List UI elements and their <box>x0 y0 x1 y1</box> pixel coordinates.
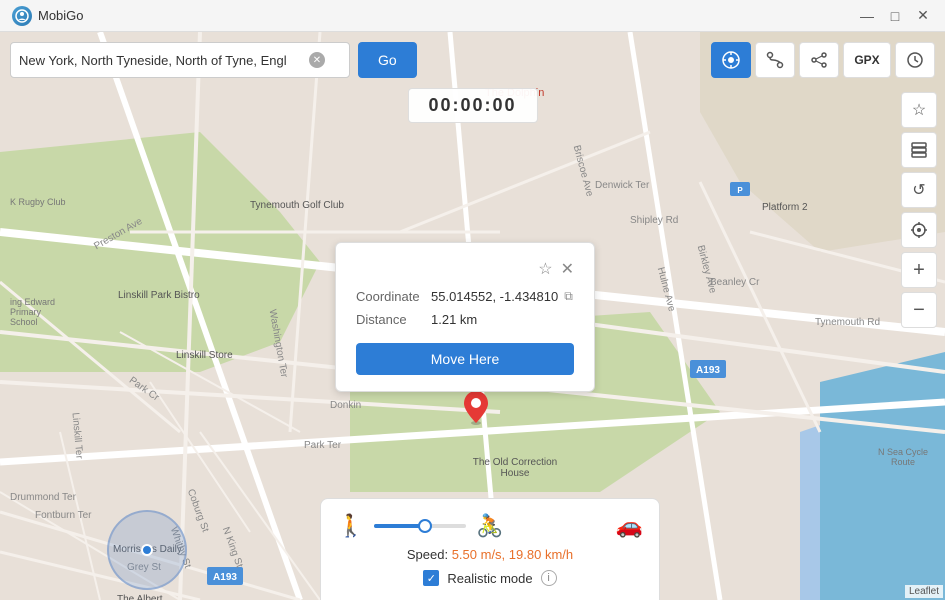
label-rugby: K Rugby Club <box>10 197 66 207</box>
label-washington: Washington Ter <box>267 309 290 379</box>
label-denwick: Denwick Ter <box>595 180 649 191</box>
svg-text:P: P <box>737 186 743 195</box>
label-park-bistro: Linskill Park Bistro <box>118 290 200 301</box>
label-shipley: Shipley Rd <box>630 215 678 226</box>
speed-kmh: 19.80 km/h <box>509 547 573 562</box>
distance-value: 1.21 km <box>431 312 477 327</box>
label-platform2: Platform 2 <box>762 202 808 213</box>
distance-row: Distance 1.21 km <box>356 312 574 327</box>
label-old-correction: The Old CorrectionHouse <box>470 457 560 479</box>
label-preston: Preston Ave <box>92 216 144 252</box>
label-n-king: N King St <box>220 526 245 569</box>
logo-icon <box>12 6 32 26</box>
share-tool-button[interactable] <box>799 42 839 78</box>
label-beanley: Beanley Cr <box>710 277 759 288</box>
minimize-button[interactable]: — <box>857 6 877 26</box>
timer-display: 00:00:00 <box>407 88 537 123</box>
speed-slider-thumb[interactable] <box>418 519 432 533</box>
distance-label: Distance <box>356 312 431 327</box>
label-briscoe: Briscoe Ave <box>571 144 595 198</box>
go-button[interactable]: Go <box>358 42 417 78</box>
bike-icon[interactable]: 🚴 <box>476 513 503 539</box>
zoom-out-button[interactable]: − <box>901 292 937 328</box>
search-clear-button[interactable]: ✕ <box>309 52 325 68</box>
popup-close-button[interactable]: ✕ <box>561 259 574 279</box>
route-tool-button[interactable] <box>755 42 795 78</box>
label-donkin: Donkin <box>330 400 361 411</box>
speed-panel: 🚶 🚴 🚗 Speed: 5.50 m/s, 19.80 km/h ✓ Real… <box>320 498 660 600</box>
label-sea-cycle: N Sea Cycle Route <box>868 447 938 467</box>
speed-display: Speed: 5.50 m/s, 19.80 km/h <box>337 547 643 562</box>
gpx-tool-button[interactable]: GPX <box>843 42 891 78</box>
locate-button[interactable] <box>901 212 937 248</box>
move-here-button[interactable]: Move Here <box>356 343 574 375</box>
label-park-ter: Park Ter <box>304 440 341 451</box>
coordinate-row: Coordinate 55.014552, -1.434810 ⧉ <box>356 289 574 304</box>
right-panel: ☆ ↺ + − <box>901 92 937 328</box>
label-tyne-rd: Tynemouth Rd <box>815 317 880 328</box>
label-linskill-ter: Linskill Ter <box>70 412 85 459</box>
title-bar: MobiGo — □ ✕ <box>0 0 945 32</box>
star-button[interactable]: ☆ <box>901 92 937 128</box>
car-icon[interactable]: 🚗 <box>616 513 643 539</box>
realistic-mode-label: Realistic mode <box>447 571 532 586</box>
map-area[interactable]: A193 A193 P The Dolphin The Old Correcti… <box>0 32 945 600</box>
realistic-mode-row: ✓ Realistic mode i <box>337 570 643 586</box>
realistic-mode-info-icon[interactable]: i <box>541 570 557 586</box>
walk-icon[interactable]: 🚶 <box>337 513 364 539</box>
coordinate-label: Coordinate <box>356 289 431 304</box>
coordinate-popup: ☆ ✕ Coordinate 55.014552, -1.434810 ⧉ Di… <box>335 242 595 392</box>
label-park-cr: Park Cr <box>127 375 161 403</box>
copy-icon[interactable]: ⧉ <box>564 289 573 304</box>
timer-value: 00:00:00 <box>428 95 516 115</box>
realistic-mode-checkbox[interactable]: ✓ <box>423 570 439 586</box>
popup-header: ☆ ✕ <box>356 259 574 279</box>
search-box: ✕ <box>10 42 350 78</box>
history-tool-button[interactable] <box>895 42 935 78</box>
toolbar-right: GPX <box>711 42 935 78</box>
label-birkley: Birkley Ave <box>695 244 718 294</box>
svg-text:A193: A193 <box>696 365 720 376</box>
label-coburg: Coburg St <box>185 488 211 534</box>
gpx-label: GPX <box>854 53 879 67</box>
close-button[interactable]: ✕ <box>913 6 933 26</box>
leaflet-badge: Leaflet <box>905 585 943 598</box>
zoom-in-button[interactable]: + <box>901 252 937 288</box>
label-drummond: Drummond Ter <box>10 492 76 503</box>
speed-ms: 5.50 m/s, <box>452 547 505 562</box>
teleport-tool-button[interactable] <box>711 42 751 78</box>
label-golf-club: Tynemouth Golf Club <box>250 200 344 211</box>
app-title: MobiGo <box>38 8 84 23</box>
maximize-button[interactable]: □ <box>885 6 905 26</box>
label-linskill-store: Linskill Store <box>176 350 233 361</box>
layers-button[interactable] <box>901 132 937 168</box>
speed-slider-track <box>374 524 466 528</box>
search-input[interactable] <box>19 53 309 68</box>
label-edward-school: ing Edward Primary School <box>10 297 70 327</box>
label-albert: The Albert <box>117 594 163 600</box>
window-controls: — □ ✕ <box>857 6 933 26</box>
location-circle <box>107 510 187 590</box>
location-dot <box>141 544 153 556</box>
label-fontburn: Fontburn Ter <box>35 510 92 521</box>
transport-icons: 🚶 🚴 🚗 <box>337 513 643 539</box>
map-pin[interactable] <box>462 389 490 432</box>
popup-star-button[interactable]: ☆ <box>538 259 552 279</box>
coordinate-value: 55.014552, -1.434810 ⧉ <box>431 289 573 304</box>
label-hulne: Hulne Ave <box>655 266 677 313</box>
app-logo: MobiGo <box>12 6 84 26</box>
reset-button[interactable]: ↺ <box>901 172 937 208</box>
svg-text:A193: A193 <box>213 572 237 583</box>
top-toolbar: ✕ Go <box>10 42 935 78</box>
